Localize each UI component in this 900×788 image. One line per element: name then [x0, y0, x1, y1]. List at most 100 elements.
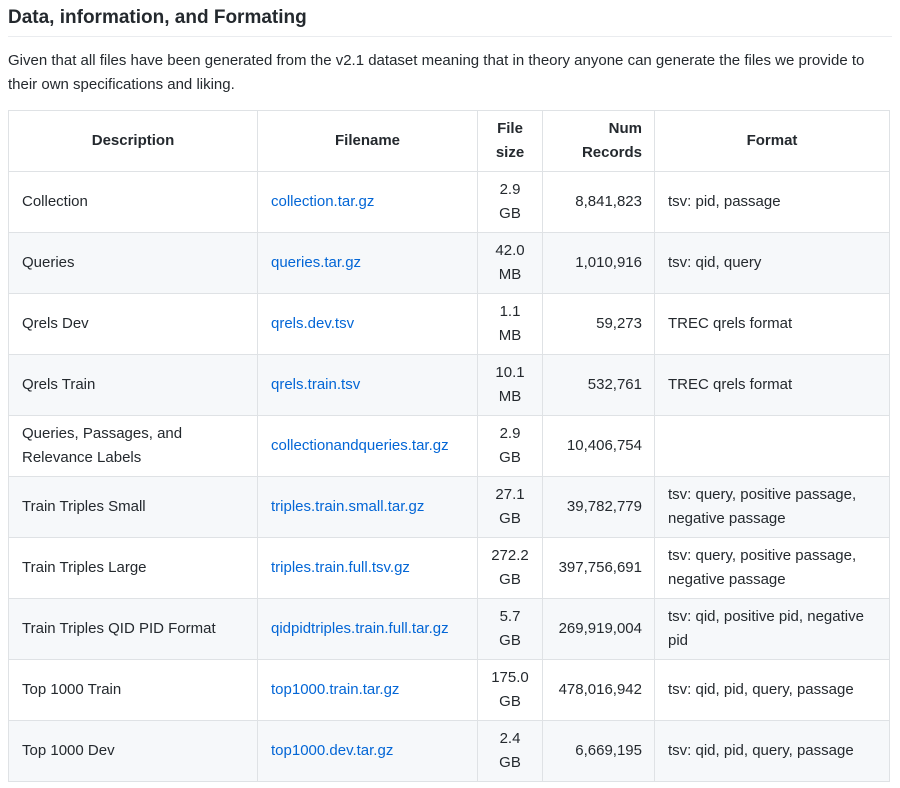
dataset-table: Description Filename File size Num Records…: [8, 110, 890, 782]
file-link[interactable]: top1000.dev.tar.gz: [271, 742, 393, 759]
cell-file-size: 2.4 GB: [477, 720, 543, 782]
size-value: 2.4: [499, 730, 521, 747]
intro-paragraph: Given that all files have been generated…: [8, 52, 865, 93]
file-link[interactable]: triples.train.full.tsv.gz: [271, 559, 410, 576]
table-row: Collection collection.tar.gz 2.9 GB 8,841,82…: [8, 171, 890, 233]
cell-num-records: 6,669,195: [542, 720, 655, 782]
cell-num-records: 10,406,754: [542, 415, 655, 477]
file-link[interactable]: queries.tar.gz: [271, 254, 361, 271]
cell-filename: qidpidtriples.train.full.tar.gz: [257, 598, 478, 660]
cell-format: [654, 415, 890, 477]
cell-file-size: 27.1 GB: [477, 476, 543, 538]
file-link[interactable]: triples.train.small.tar.gz: [271, 498, 424, 515]
cell-format: tsv: query, positive passage, negative p…: [654, 476, 890, 538]
cell-num-records: 1,010,916: [542, 232, 655, 294]
header-format: Format: [654, 110, 890, 172]
header-num-records-line2: Records: [581, 144, 642, 161]
size-unit: GB: [499, 571, 521, 588]
header-file-size-line2: size: [495, 144, 525, 161]
table-row: Train Triples Large triples.train.full.ts…: [8, 537, 890, 599]
header-num-records-line1: Num: [608, 120, 642, 137]
table-row: Train Triples Small triples.train.small.t…: [8, 476, 890, 538]
header-num-records: Num Records: [542, 110, 655, 172]
header-file-size: File size: [477, 110, 543, 172]
cell-num-records: 478,016,942: [542, 659, 655, 721]
table-header: Description Filename File size Num Records…: [8, 110, 890, 172]
size-value: 5.7: [499, 608, 521, 625]
cell-filename: top1000.dev.tar.gz: [257, 720, 478, 782]
table-row: Queries, Passages, and Relevance Labels c…: [8, 415, 890, 477]
cell-file-size: 1.1 MB: [477, 293, 543, 355]
cell-format: TREC qrels format: [654, 293, 890, 355]
cell-format: tsv: qid, query: [654, 232, 890, 294]
cell-format: tsv: qid, positive pid, negative pid: [654, 598, 890, 660]
cell-num-records: 269,919,004: [542, 598, 655, 660]
cell-description: Qrels Dev: [8, 293, 258, 355]
size-unit: MB: [498, 327, 522, 344]
file-link[interactable]: collection.tar.gz: [271, 193, 374, 210]
size-value: 27.1: [495, 486, 525, 503]
size-value: 272.2: [491, 547, 529, 564]
cell-description: Queries, Passages, and Relevance Labels: [8, 415, 258, 477]
table-row: Train Triples QID PID Format qidpidtriple…: [8, 598, 890, 660]
size-unit: GB: [499, 632, 521, 649]
size-value: 175.0: [491, 669, 529, 686]
cell-filename: queries.tar.gz: [257, 232, 478, 294]
size-unit: GB: [499, 510, 521, 527]
cell-num-records: 397,756,691: [542, 537, 655, 599]
size-unit: MB: [498, 266, 522, 283]
table-row: Qrels Train qrels.train.tsv 10.1 MB 532,761 T…: [8, 354, 890, 416]
table-body: Collection collection.tar.gz 2.9 GB 8,841,82…: [8, 171, 890, 782]
size-unit: GB: [499, 754, 521, 771]
table-row: Qrels Dev qrels.dev.tsv 1.1 MB 59,273 TREC qr…: [8, 293, 890, 355]
cell-description: Collection: [8, 171, 258, 233]
size-unit: GB: [499, 205, 521, 222]
cell-num-records: 59,273: [542, 293, 655, 355]
readme-section: Data, information, and Formating Given t…: [0, 0, 900, 782]
header-row: Description Filename File size Num Records…: [8, 110, 890, 172]
cell-description: Qrels Train: [8, 354, 258, 416]
cell-filename: triples.train.small.tar.gz: [257, 476, 478, 538]
cell-filename: qrels.train.tsv: [257, 354, 478, 416]
cell-num-records: 532,761: [542, 354, 655, 416]
size-value: 2.9: [499, 181, 521, 198]
size-value: 42.0: [495, 242, 525, 259]
cell-file-size: 42.0 MB: [477, 232, 543, 294]
cell-num-records: 8,841,823: [542, 171, 655, 233]
size-unit: GB: [499, 693, 521, 710]
cell-format: TREC qrels format: [654, 354, 890, 416]
size-value: 10.1: [495, 364, 525, 381]
cell-filename: collection.tar.gz: [257, 171, 478, 233]
cell-filename: qrels.dev.tsv: [257, 293, 478, 355]
cell-format: tsv: pid, passage: [654, 171, 890, 233]
size-unit: MB: [498, 388, 522, 405]
section-heading: Data, information, and Formating: [8, 0, 892, 37]
cell-description: Queries: [8, 232, 258, 294]
cell-filename: top1000.train.tar.gz: [257, 659, 478, 721]
cell-file-size: 5.7 GB: [477, 598, 543, 660]
cell-description: Train Triples Small: [8, 476, 258, 538]
size-value: 2.9: [499, 425, 521, 442]
file-link[interactable]: collectionandqueries.tar.gz: [271, 437, 449, 454]
header-description: Description: [8, 110, 258, 172]
table-row: Queries queries.tar.gz 42.0 MB 1,010,916 tsv:…: [8, 232, 890, 294]
file-link[interactable]: top1000.train.tar.gz: [271, 681, 399, 698]
cell-format: tsv: qid, pid, query, passage: [654, 720, 890, 782]
header-file-size-line1: File: [497, 120, 523, 137]
size-unit: GB: [499, 449, 521, 466]
table-row: Top 1000 Dev top1000.dev.tar.gz 2.4 GB 6,669…: [8, 720, 890, 782]
cell-file-size: 2.9 GB: [477, 171, 543, 233]
file-link[interactable]: qidpidtriples.train.full.tar.gz: [271, 620, 449, 637]
cell-file-size: 272.2 GB: [477, 537, 543, 599]
file-link[interactable]: qrels.dev.tsv: [271, 315, 354, 332]
cell-file-size: 175.0 GB: [477, 659, 543, 721]
cell-filename: collectionandqueries.tar.gz: [257, 415, 478, 477]
cell-description: Top 1000 Dev: [8, 720, 258, 782]
size-value: 1.1: [499, 303, 521, 320]
cell-num-records: 39,782,779: [542, 476, 655, 538]
file-link[interactable]: qrels.train.tsv: [271, 376, 360, 393]
header-filename: Filename: [257, 110, 478, 172]
cell-description: Top 1000 Train: [8, 659, 258, 721]
table-row: Top 1000 Train top1000.train.tar.gz 175.0 G…: [8, 659, 890, 721]
cell-format: tsv: qid, pid, query, passage: [654, 659, 890, 721]
